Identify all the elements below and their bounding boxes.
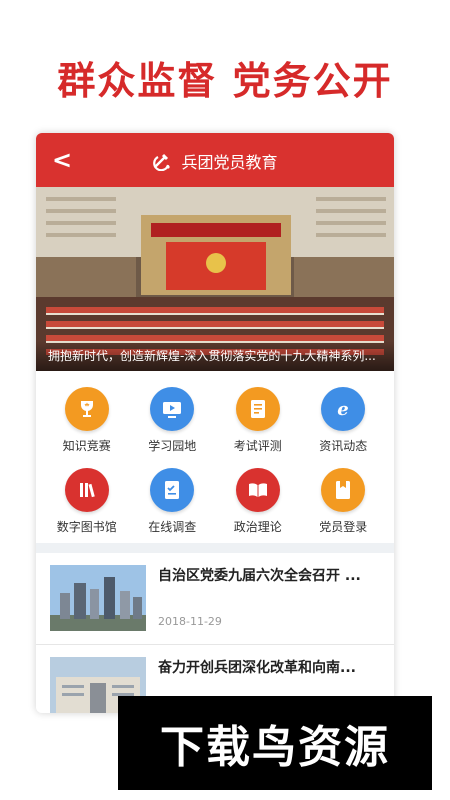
news-body: 自治区党委九届六次全会召开 ... 2018-11-29 [146, 565, 382, 632]
news-title: 自治区党委九届六次全会召开 ... [158, 568, 361, 584]
header-title-group: 兵团党员教育 [36, 149, 394, 173]
section-divider [36, 543, 394, 553]
menu-label: 学习园地 [148, 439, 197, 453]
news-thumbnail [50, 565, 146, 631]
menu-label: 数字图书馆 [56, 520, 117, 534]
watermark-banner: 下载鸟资源 [118, 696, 432, 790]
e-news-icon: e [321, 387, 366, 431]
svg-text:e: e [338, 399, 349, 420]
menu-label: 资讯动态 [319, 439, 368, 453]
menu-item-digital-library[interactable]: 数字图书馆 [44, 468, 130, 535]
menu-item-exam[interactable]: 考试评测 [215, 387, 301, 454]
menu-item-member-login[interactable]: 党员登录 [301, 468, 387, 535]
news-title: 奋力开创兵团深化改革和向南... [158, 660, 356, 676]
menu-item-knowledge-quiz[interactable]: 知识竞赛 [44, 387, 130, 454]
checklist-icon [150, 468, 195, 512]
menu-label: 政治理论 [233, 520, 282, 534]
news-date: 2018-11-29 [158, 615, 222, 628]
menu-label: 知识竞赛 [62, 439, 111, 453]
menu-item-political-theory[interactable]: 政治理论 [215, 468, 301, 535]
menu-label: 党员登录 [319, 520, 368, 534]
open-book-icon [235, 468, 280, 512]
app-title: 兵团党员教育 [181, 153, 278, 172]
menu-label: 在线调查 [148, 520, 197, 534]
app-header: < 兵团党员教育 [36, 133, 394, 187]
menu-item-study-garden[interactable]: 学习园地 [130, 387, 216, 454]
menu-item-online-survey[interactable]: 在线调查 [130, 468, 216, 535]
test-paper-icon [235, 387, 280, 431]
feature-menu: 知识竞赛 学习园地 考试评测 e 资讯动态 数字图书馆 在线调查 政治理论 党员… [36, 371, 394, 543]
promo-headline: 群众监督 党务公开 [57, 59, 393, 103]
phone-screen: < 兵团党员教育 拥抱新时代，创造新辉煌-深入贯彻落实党的十九大精神系列... … [36, 133, 394, 713]
menu-item-news[interactable]: e 资讯动态 [301, 387, 387, 454]
bookshelf-icon [64, 468, 109, 512]
video-screen-icon [150, 387, 195, 431]
hero-banner[interactable]: 拥抱新时代，创造新辉煌-深入贯彻落实党的十九大精神系列... [36, 187, 394, 371]
news-list: 自治区党委九届六次全会召开 ... 2018-11-29 奋力开创兵团深化改革和… [36, 553, 394, 713]
banner-caption: 拥抱新时代，创造新辉煌-深入贯彻落实党的十九大精神系列... [36, 341, 394, 371]
menu-label: 考试评测 [233, 439, 282, 453]
news-item[interactable]: 自治区党委九届六次全会召开 ... 2018-11-29 [36, 553, 394, 645]
party-emblem-icon [153, 153, 171, 171]
bookmark-card-icon [321, 468, 366, 512]
trophy-icon [64, 387, 109, 431]
